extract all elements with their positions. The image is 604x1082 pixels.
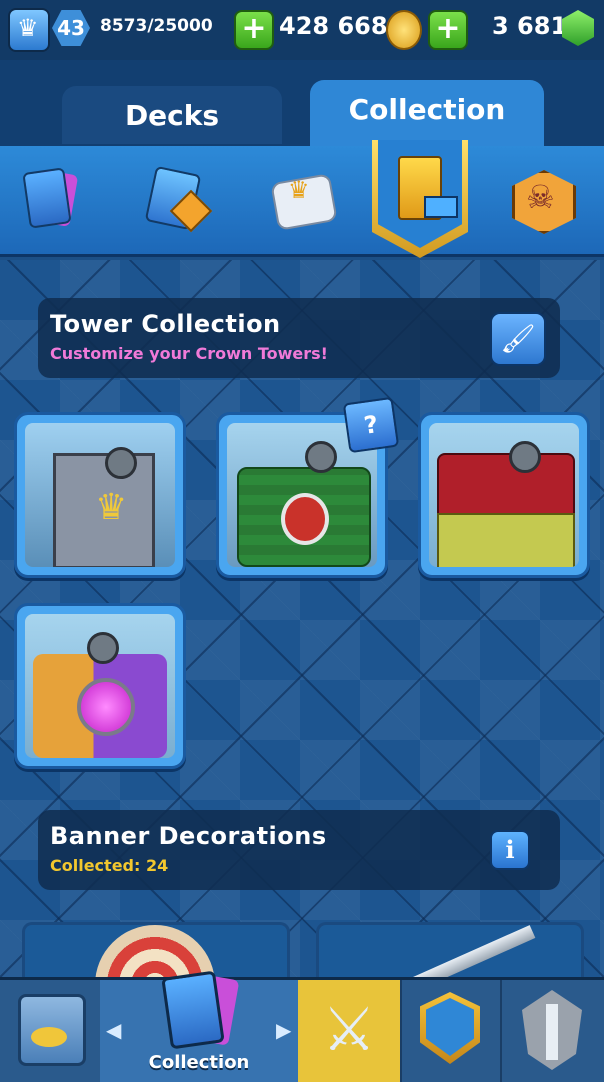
nav-collection-label: Collection [148,1052,250,1073]
experience-counter: 8573/25000 [100,16,213,36]
gem-amount: 3 681 [492,12,568,40]
tower-collection-header: Tower Collection Customize your Crown To… [38,298,560,378]
clan-shield-icon [420,992,480,1064]
add-gold-button[interactable]: + [234,10,274,50]
info-icon[interactable]: i [490,830,530,870]
collection-category-strip [0,146,604,257]
tower-card-gem[interactable] [14,603,186,769]
banner-skull-icon[interactable] [510,168,574,232]
emote-icon[interactable] [266,168,330,232]
nav-clan[interactable] [400,980,502,1082]
tower-art [25,423,175,567]
bottom-navigation: ◀ ▶ Collection ⚔ [0,977,604,1082]
cannon-icon [105,447,137,479]
profile-crown-icon[interactable] [8,8,50,52]
gold-amount: 428 668 [279,12,388,40]
tab-bar: Decks Collection [0,60,604,150]
tower-card-holiday[interactable] [418,412,590,578]
arrow-right-icon: ▶ [276,1018,292,1042]
cannon-icon [87,632,119,664]
sword-icon [392,925,536,985]
cards-icon[interactable] [22,168,86,232]
banner-card-sword[interactable] [316,922,584,985]
mystery-box-icon: ? [342,396,400,454]
paintbrush-icon[interactable]: 🖌 [490,312,546,366]
nav-events[interactable] [500,980,604,1082]
treasure-chest-icon [18,994,86,1066]
cannon-icon [305,441,337,473]
nav-shop[interactable] [0,980,102,1082]
tower-card-default[interactable] [14,412,186,578]
gold-coin-icon [386,10,422,50]
banner-decorations-title: Banner Decorations [50,822,327,850]
crossed-swords-icon: ⚔ [322,995,376,1065]
magic-item-icon[interactable] [146,168,210,232]
sword-shield-icon [522,990,582,1070]
banner-decorations-header: Banner Decorations Collected: 24 i [38,810,560,890]
tab-collection[interactable]: Collection [310,80,544,150]
top-bar: 43 8573/25000 + 428 668 + 3 681 [0,0,604,60]
tower-icon-inner [378,140,462,248]
banner-collected-count: Collected: 24 [50,856,169,875]
banner-card-target[interactable] [22,922,290,985]
tower-collection-title: Tower Collection [50,310,281,338]
tab-decks[interactable]: Decks [62,86,282,144]
add-gems-button[interactable]: + [428,10,468,50]
king-level-badge: 43 [52,10,90,46]
cannon-icon [509,441,541,473]
nav-collection[interactable]: ◀ ▶ Collection [100,980,300,1082]
cards-icon [160,972,240,1052]
tower-art [429,423,579,567]
tower-collection-subtitle: Customize your Crown Towers! [50,344,328,363]
nav-battle[interactable]: ⚔ [298,980,402,1082]
arrow-left-icon: ◀ [106,1018,122,1042]
